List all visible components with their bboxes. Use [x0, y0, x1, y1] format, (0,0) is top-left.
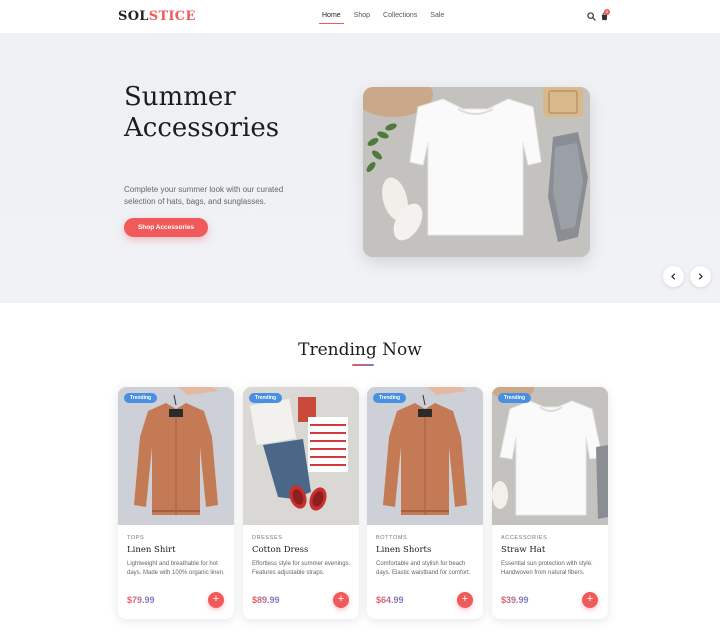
product-price: $79.99 — [127, 595, 155, 605]
product-image[interactable]: Trending — [367, 387, 483, 525]
hero-section — [0, 33, 720, 303]
logo-part-2: STICE — [148, 9, 196, 24]
logo[interactable]: SOLSTICE — [118, 9, 196, 24]
plus-icon: + — [461, 593, 469, 605]
product-category: BOTTOMS — [376, 535, 408, 541]
nav-sale[interactable]: Sale — [430, 12, 444, 19]
main-nav: Home Shop Collections Sale — [319, 12, 457, 24]
product-name[interactable]: Straw Hat — [501, 545, 545, 555]
section-title-underline — [352, 364, 374, 366]
trending-badge: Trending — [249, 393, 283, 403]
product-name[interactable]: Cotton Dress — [252, 545, 308, 555]
trending-section: Trending Now Trending TOPS Linen Shirt L… — [0, 303, 720, 643]
section-title: Trending Now — [298, 340, 422, 360]
product-name[interactable]: Linen Shirt — [127, 545, 176, 555]
chevron-right-icon — [698, 273, 703, 280]
trending-badge: Trending — [373, 393, 407, 403]
product-price: $89.99 — [252, 595, 280, 605]
product-price: $64.99 — [376, 595, 404, 605]
product-image[interactable]: Trending — [118, 387, 234, 525]
carousel-prev-button[interactable] — [663, 266, 684, 287]
product-price: $39.99 — [501, 595, 529, 605]
hero-description: Complete your summer look with our curat… — [124, 185, 284, 206]
chevron-left-icon — [671, 273, 676, 280]
nav-home[interactable]: Home — [319, 12, 344, 24]
carousel-next-button[interactable] — [690, 266, 711, 287]
hero-title: Summer Accessories — [124, 82, 344, 144]
trending-badge: Trending — [124, 393, 158, 403]
logo-part-1: SOL — [118, 9, 149, 24]
plus-icon: + — [212, 593, 220, 605]
site-header: SOLSTICE Home Shop Collections Sale 0 — [0, 0, 720, 33]
product-category: TOPS — [127, 535, 145, 541]
add-to-cart-button[interactable]: + — [333, 592, 349, 608]
cart-count-badge: 0 — [604, 9, 610, 15]
product-description: Lightweight and breathable for hot days.… — [127, 561, 225, 576]
nav-collections[interactable]: Collections — [383, 12, 417, 19]
plus-icon: + — [337, 593, 345, 605]
hero-title-line-2: Accessories — [124, 113, 280, 143]
product-card[interactable]: Trending TOPS Linen Shirt Lightweight an… — [118, 387, 234, 619]
search-icon[interactable] — [587, 12, 596, 21]
shop-accessories-button[interactable]: Shop Accessories — [124, 218, 208, 237]
product-card[interactable]: Trending DRESSES Cotton Dress Effortless… — [243, 387, 359, 619]
product-image[interactable]: Trending — [243, 387, 359, 525]
product-card[interactable]: Trending BOTTOMS Linen Shorts Comfortabl… — [367, 387, 483, 619]
product-name[interactable]: Linen Shorts — [376, 545, 431, 555]
add-to-cart-button[interactable]: + — [208, 592, 224, 608]
product-category: ACCESSORIES — [501, 535, 548, 541]
product-description: Comfortable and stylish for beach days. … — [376, 561, 471, 576]
add-to-cart-button[interactable]: + — [582, 592, 598, 608]
product-category: DRESSES — [252, 535, 283, 541]
product-card[interactable]: Trending ACCESSORIES Straw Hat Essential… — [492, 387, 608, 619]
nav-shop[interactable]: Shop — [354, 12, 370, 19]
plus-icon: + — [586, 593, 594, 605]
hero-image — [363, 87, 590, 257]
hero-title-line-1: Summer — [124, 82, 236, 112]
add-to-cart-button[interactable]: + — [457, 592, 473, 608]
product-description: Effortless style for summer evenings. Fe… — [252, 561, 351, 576]
product-image[interactable]: Trending — [492, 387, 608, 525]
product-description: Essential sun protection with style. Han… — [501, 561, 593, 576]
trending-badge: Trending — [498, 393, 532, 403]
